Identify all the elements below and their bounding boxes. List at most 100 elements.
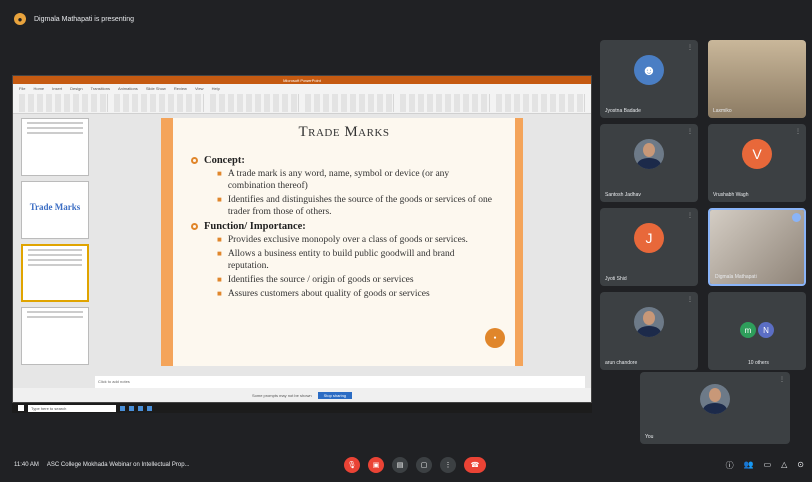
mic-off-icon: ⋮ [687,213,693,219]
mic-off-icon: ⋮ [795,129,801,135]
chat-icon[interactable]: ▭ [764,460,772,471]
presenter-avatar-icon: ● [14,13,26,25]
ribbon-tab[interactable]: Review [174,86,187,91]
bullet-heading: Function/ Importance: [191,221,497,232]
avatar [634,138,664,169]
participant-tile[interactable]: ⋮ J Jyoti Shid [600,208,698,286]
self-tile[interactable]: ⋮ You [640,372,790,444]
shared-screen: Microsoft PowerPoint File Home Insert Desig… [12,75,592,403]
share-status-bar: Some prompts may not be shown Stop shari… [13,388,591,402]
ribbon-tab[interactable]: Slide Show [146,86,166,91]
more-options-button[interactable]: ⋮ [440,457,456,473]
participant-name: Laxmiko [713,108,732,114]
ppt-title-bar: Microsoft PowerPoint [13,76,591,84]
meeting-info: 11:40 AM ASC College Mokhada Webinar on … [14,462,190,468]
present-button[interactable]: ▢ [416,457,432,473]
ribbon-tab[interactable]: Animations [118,86,138,91]
ribbon-tab[interactable]: File [19,86,25,91]
slide-thumbnail[interactable]: Trade Marks [21,181,89,239]
participant-name: Digmala Mathapati [715,274,757,280]
ribbon-tab[interactable]: Help [212,86,220,91]
participant-tile[interactable]: ⋮ ☻ Jyostna Badade [600,40,698,118]
people-icon[interactable]: 👥 [744,460,754,471]
host-controls-icon[interactable]: ⊙ [797,460,804,471]
captions-button[interactable]: ▤ [392,457,408,473]
participant-video [708,40,806,118]
bullet-circle-icon [191,157,198,164]
taskbar-app-icon[interactable] [138,405,143,411]
right-controls: ⓘ 👥 ▭ △ ⊙ [726,460,804,471]
participant-tile[interactable]: Laxmiko [708,40,806,118]
participant-tile-others[interactable]: m N 10 others [708,292,806,370]
slide: Trade Marks Concept: ■ A trade mark is an… [161,118,523,366]
participant-name: Santosh Jadhav [605,192,641,198]
participant-name: Jyoti Shid [605,276,627,282]
slide-thumbnails: Trade Marks [13,114,93,388]
slide-thumbnail[interactable] [21,118,89,176]
avatar: N [758,322,774,338]
participant-name: You [645,434,654,440]
presenting-banner: ● Digmala Mathapati is presenting [0,0,812,38]
camera-toggle-button[interactable]: ▣ [368,457,384,473]
meeting-time: 11:40 AM [14,462,39,468]
mic-off-icon: ⋮ [687,45,693,51]
ribbon-tab[interactable]: View [195,86,204,91]
avatar: m [740,322,756,338]
bullet-heading: Concept: [191,155,497,166]
taskbar-app-icon[interactable] [147,405,152,411]
notes-pane[interactable]: Click to add notes [95,376,585,388]
mic-off-icon: ⋮ [779,377,785,383]
ppt-body: Trade Marks Trade Marks Concept: ■ A trad… [13,114,591,388]
ppt-ribbon: File Home Insert Design Transitions Animation… [13,84,591,114]
pin-icon[interactable] [792,213,801,222]
avatar [634,306,664,337]
windows-taskbar: Type here to search [12,403,592,413]
ribbon-tabs: File Home Insert Design Transitions Animation… [13,84,591,93]
participant-name: 10 others [748,360,769,366]
ribbon-tab[interactable]: Home [33,86,44,91]
meeting-title: ASC College Mokhada Webinar on Intellect… [46,462,190,468]
taskbar-app-icon[interactable] [120,405,125,411]
ribbon-tab[interactable]: Insert [52,86,62,91]
share-status-text: Some prompts may not be shown [251,392,312,398]
activities-icon[interactable]: △ [781,460,787,471]
participant-tile[interactable]: ⋮ Santosh Jadhav [600,124,698,202]
info-icon[interactable]: ⓘ [726,460,734,471]
taskbar-search[interactable]: Type here to search [28,404,116,412]
slide-thumbnail-selected[interactable] [21,244,89,302]
sub-bullet: ■ A trade mark is any word, name, symbol … [217,169,450,191]
mic-off-icon: ⋮ [687,129,693,135]
stop-sharing-button[interactable]: Stop sharing [317,391,353,399]
participant-name: Vrushabh Wagh [713,192,749,198]
mic-off-icon: ⋮ [687,297,693,303]
sub-bullet: ■ Assures customers about quality of good… [217,289,430,299]
windows-start-icon[interactable] [18,405,24,411]
avatar: V [742,138,772,169]
slide-number-badge: ● [485,328,505,348]
presenting-text: Digmala Mathapati is presenting [34,15,134,23]
ribbon-tab[interactable]: Design [70,86,82,91]
sub-bullet: ■ Identifies and distinguishes the source… [217,195,492,217]
taskbar-app-icon[interactable] [129,405,134,411]
slide-area: Trade Marks Concept: ■ A trade mark is an… [93,114,591,388]
sub-bullet: ■ Identifies the source / origin of goods… [217,275,414,285]
sub-bullet: ■ Allows a business entity to build publi… [217,249,455,271]
participant-tile-active[interactable]: Digmala Mathapati [708,208,806,286]
mic-toggle-button[interactable]: 🎙 [344,457,360,473]
meeting-controls-bar: 11:40 AM ASC College Mokhada Webinar on … [0,448,812,482]
participant-tile[interactable]: ⋮ V Vrushabh Wagh [708,124,806,202]
call-controls: 🎙 ▣ ▤ ▢ ⋮ ☎ [344,457,486,473]
slide-thumbnail[interactable] [21,307,89,365]
participant-name: arun chandore [605,360,638,366]
thumb-title: Trade Marks [29,202,81,212]
participant-name: Jyostna Badade [605,108,641,114]
avatar: J [634,222,664,253]
participant-tile[interactable]: ⋮ arun chandore [600,292,698,370]
ribbon-groups [19,94,585,112]
participant-video [710,210,804,284]
sub-bullet: ■ Provides exclusive monopoly over a clas… [217,235,468,245]
avatar [700,384,730,415]
slide-title: Trade Marks [298,124,390,140]
ribbon-tab[interactable]: Transitions [91,86,110,91]
leave-call-button[interactable]: ☎ [464,457,486,473]
